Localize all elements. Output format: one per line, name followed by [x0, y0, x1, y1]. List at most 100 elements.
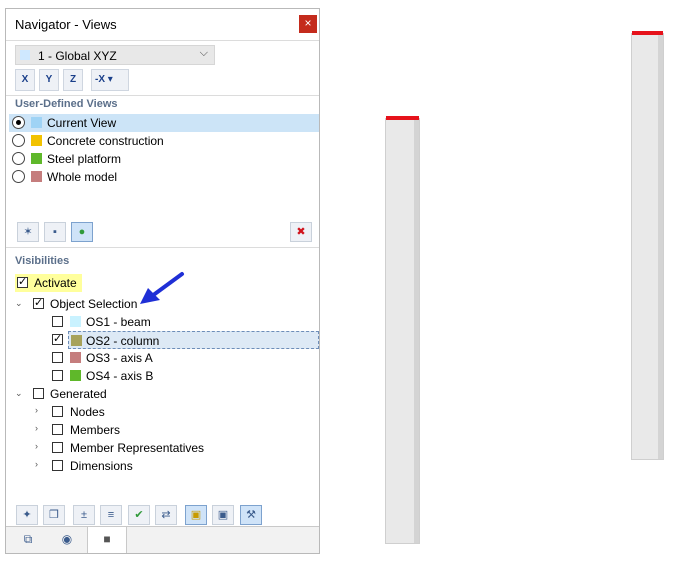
column-top-highlight	[386, 116, 419, 120]
tree-item-os1[interactable]: OS1 - beam	[46, 313, 246, 331]
tab-bar: ⧉ ◉ ■	[6, 526, 319, 553]
camera-icon: ▪	[53, 226, 57, 238]
member-reps-label: Member Representatives	[70, 441, 205, 455]
os4-label: OS4 - axis B	[86, 369, 154, 383]
generated-label: Generated	[50, 387, 107, 401]
toggle-check-button[interactable]: ⇄	[155, 505, 177, 525]
tree-item-os2[interactable]: OS2 - column	[68, 331, 319, 349]
view-item-current[interactable]: Current View	[9, 114, 319, 132]
view-x-axis-button[interactable]: X	[15, 69, 35, 91]
toggle-list-icon: ⇄	[161, 509, 171, 521]
expand-icon[interactable]: ⌄	[15, 388, 23, 399]
view-minus-x-dropdown[interactable]: -X ▾	[91, 69, 129, 91]
members-checkbox[interactable]	[52, 424, 63, 435]
tab-views[interactable]: ■	[87, 527, 127, 553]
copy-visibility-button[interactable]: ❐	[43, 505, 65, 525]
chevron-down-icon: ⌵	[199, 47, 208, 59]
activate-label: Activate	[34, 276, 77, 290]
view-z-axis-button[interactable]: Z	[63, 69, 83, 91]
color-swatch	[70, 352, 81, 363]
add-list-icon: ±	[80, 509, 88, 521]
apply-view-button[interactable]: ●	[71, 222, 93, 242]
view-item-steel[interactable]: Steel platform	[9, 150, 319, 168]
view-item-whole[interactable]: Whole model	[9, 168, 319, 186]
chevron-right-icon[interactable]: ›	[35, 405, 38, 415]
eye-icon: ◉	[61, 532, 73, 546]
radio-steel[interactable]	[12, 152, 25, 165]
tree-item-members[interactable]: › Members	[32, 421, 292, 439]
tree-item-os3[interactable]: OS3 - axis A	[46, 349, 246, 367]
chevron-right-icon[interactable]: ›	[35, 423, 38, 433]
tree-item-os4[interactable]: OS4 - axis B	[46, 367, 246, 385]
generated-checkbox[interactable]	[33, 388, 44, 399]
radio-current-view[interactable]	[12, 116, 25, 129]
new-visibility-button[interactable]: ✦	[16, 505, 38, 525]
view-item-label: Current View	[47, 116, 117, 130]
view-item-label: Concrete construction	[47, 134, 164, 148]
new-view-button[interactable]: ✶	[17, 222, 39, 242]
divider	[6, 40, 319, 41]
os3-checkbox[interactable]	[52, 352, 63, 363]
column-side-face	[414, 119, 419, 543]
visibilities-header: Visibilities	[15, 255, 70, 267]
tree-generated[interactable]: ⌄ Generated	[12, 385, 212, 403]
dimensions-checkbox[interactable]	[52, 460, 63, 471]
filter-settings-button[interactable]: ⚒	[240, 505, 262, 525]
copy-icon: ❐	[49, 509, 59, 521]
os1-label: OS1 - beam	[86, 315, 151, 329]
view-y-axis-button[interactable]: Y	[39, 69, 59, 91]
remove-objects-button[interactable]: ≡	[100, 505, 122, 525]
add-objects-button[interactable]: ±	[73, 505, 95, 525]
nodes-checkbox[interactable]	[52, 406, 63, 417]
tree-item-nodes[interactable]: › Nodes	[32, 403, 292, 421]
window-title: Navigator - Views	[15, 17, 117, 32]
save-view-button[interactable]: ▪	[44, 222, 66, 242]
show-all-button[interactable]: ▣	[212, 505, 234, 525]
check-list-icon: ✔	[134, 509, 144, 521]
chevron-right-icon[interactable]: ›	[35, 441, 38, 451]
object-selection-label: Object Selection	[50, 297, 138, 311]
view-select[interactable]: 1 - Global XYZ ⌵	[15, 45, 215, 65]
color-swatch	[31, 153, 42, 164]
tree-item-member-reps[interactable]: › Member Representatives	[32, 439, 292, 457]
os4-checkbox[interactable]	[52, 370, 63, 381]
column-member-right[interactable]	[631, 31, 664, 460]
camera-icon: ■	[103, 532, 111, 546]
color-swatch	[31, 171, 42, 182]
remove-list-icon: ≡	[107, 509, 115, 521]
layers-icon: ▣	[217, 509, 229, 521]
title-bar: Navigator - Views ×	[6, 9, 319, 39]
nodes-label: Nodes	[70, 405, 105, 419]
tree-item-dimensions[interactable]: › Dimensions	[32, 457, 292, 475]
color-swatch	[70, 370, 81, 381]
radio-whole[interactable]	[12, 170, 25, 183]
os2-checkbox[interactable]	[52, 332, 63, 345]
camera-delete-icon: ✖	[296, 226, 306, 238]
column-member-left[interactable]	[385, 116, 420, 544]
member-reps-checkbox[interactable]	[52, 442, 63, 453]
object-selection-checkbox[interactable]	[33, 296, 44, 309]
check-all-button[interactable]: ✔	[128, 505, 150, 525]
view-item-label: Whole model	[47, 170, 118, 184]
view-item-label: Steel platform	[47, 152, 122, 166]
view-select-value: 1 - Global XYZ	[38, 49, 117, 63]
divider	[6, 95, 319, 96]
chevron-right-icon[interactable]: ›	[35, 459, 38, 469]
tab-data[interactable]: ⧉	[9, 527, 47, 552]
filter-icon: ⚒	[246, 509, 256, 521]
expand-icon[interactable]: ⌄	[15, 298, 23, 309]
activate-row[interactable]: Activate	[15, 274, 82, 292]
close-button[interactable]: ×	[299, 15, 317, 33]
color-swatch	[71, 335, 82, 346]
radio-concrete[interactable]	[12, 134, 25, 147]
dimensions-label: Dimensions	[70, 459, 133, 473]
activate-checkbox[interactable]	[17, 275, 28, 288]
column-side-face	[658, 34, 663, 459]
column-top-highlight	[632, 31, 663, 35]
delete-view-button[interactable]: ✖	[290, 222, 312, 242]
user-views-header: User-Defined Views	[15, 98, 118, 110]
os1-checkbox[interactable]	[52, 316, 63, 327]
show-selected-button[interactable]: ▣	[185, 505, 207, 525]
view-item-concrete[interactable]: Concrete construction	[9, 132, 319, 150]
tab-display[interactable]: ◉	[48, 527, 86, 552]
